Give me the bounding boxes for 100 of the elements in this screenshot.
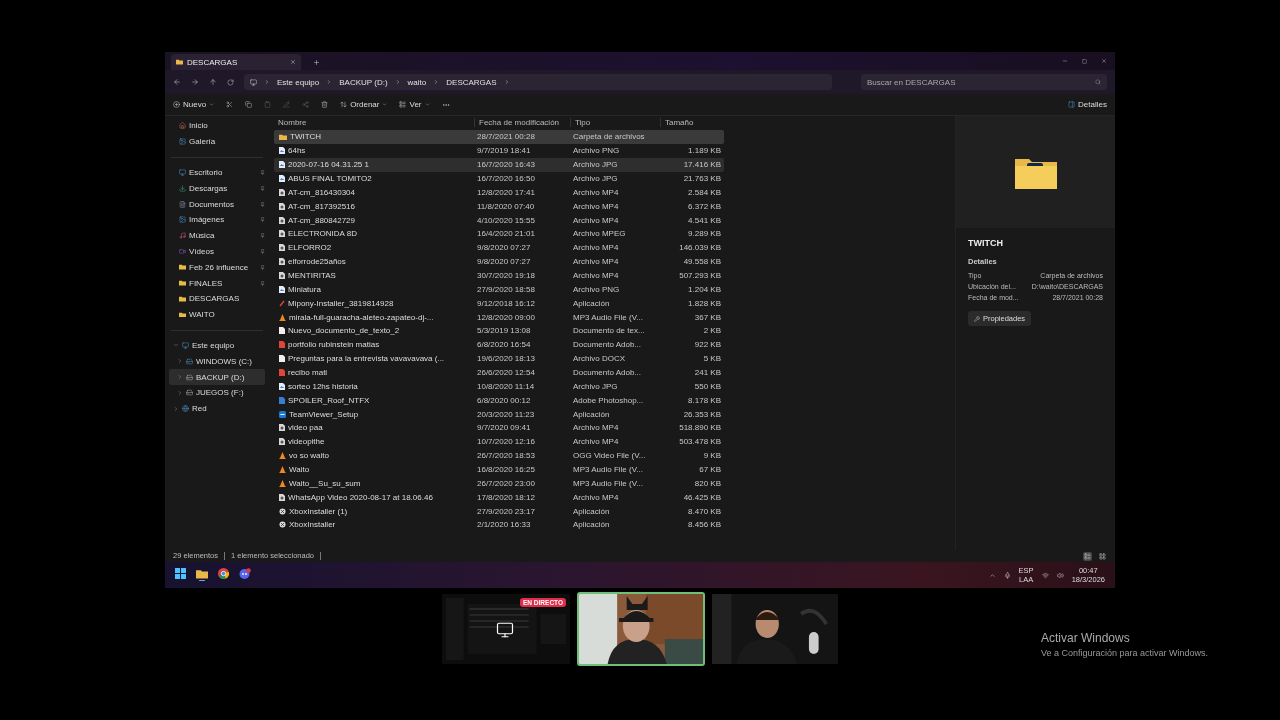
address-bar[interactable]: Este equipo BACKUP (D:) waito DESCARGAS: [244, 74, 832, 90]
file-row[interactable]: SPOILER_Roof_NTFX 6/8/2020 00:12 Adobe Photoshop... 8.178 KB: [274, 393, 724, 408]
file-row[interactable]: TWITCH 28/7/2021 00:28 Carpeta de archivos: [274, 130, 724, 144]
sidebar-item[interactable]: Inicio: [169, 118, 265, 134]
sidebar-item[interactable]: Escritorio: [169, 164, 265, 181]
pin-icon: [260, 264, 265, 270]
type-cell-text: Archivo PNG: [572, 284, 621, 294]
view-button[interactable]: Ver: [399, 100, 430, 109]
sidebar-item[interactable]: Galería: [169, 133, 265, 150]
file-row[interactable]: portfolio rubinstein matias 6/8/2020 16:54 Documento Adob... 922 KB: [274, 337, 724, 352]
file-row[interactable]: Nuevo_documento_de_texto_2 5/3/2019 13:08 Documento de tex... 2 KB: [274, 324, 724, 338]
pin-icon: [260, 170, 265, 175]
file-row[interactable]: videopithe 10/7/2020 12:16 Archivo MP4 503.478 KB: [274, 434, 724, 449]
file-row[interactable]: Preguntas para la entrevista vavavavava (... 19/6/2020 18:13 Archivo DOCX 5 KB: [274, 351, 724, 366]
file-row[interactable]: AT-cm_816430304 12/8/2020 17:41 Archivo MP4 2.584 KB: [274, 185, 724, 200]
sidebar-item[interactable]: Música: [169, 227, 265, 244]
file-row[interactable]: TeamViewer_Setup 20/3/2020 11:23 Aplicación 26.353 KB: [274, 407, 724, 422]
file-row[interactable]: mirala-full-guaracha-aleteo-zapateo-dj-... 12/8/2020 09:00 MP3 Audio File (V... 367 KB: [274, 310, 724, 325]
column-header[interactable]: Tamaño: [660, 118, 724, 127]
close-icon: [290, 59, 296, 65]
date-cell-text: 16/7/2020 16:43: [476, 160, 536, 170]
file-row[interactable]: ABUS FINAL TOMITO2 16/7/2020 16:50 Archivo JPG 21.763 KB: [274, 171, 724, 186]
tiles-view-button[interactable]: [1098, 551, 1107, 561]
file-row[interactable]: elforrode25años 9/8/2020 07:27 Archivo MP4 49.558 KB: [274, 254, 724, 269]
file-name: XboxInstaller (1): [289, 506, 348, 516]
sidebar-item[interactable]: Imágenes: [169, 212, 265, 228]
sidebar-item[interactable]: Feb 26 influence: [169, 259, 265, 276]
sidebar-item[interactable]: WAITO: [169, 306, 265, 323]
file-row[interactable]: ELFORRO2 9/8/2020 07:27 Archivo MP4 146.039 KB: [274, 240, 724, 255]
tree-item[interactable]: Este equipo: [169, 337, 265, 354]
breadcrumb-item[interactable]: waito: [407, 77, 427, 87]
video-file-icon: [279, 230, 285, 238]
search-field[interactable]: Buscar en DESCARGAS: [861, 74, 1107, 90]
file-row[interactable]: Mipony-Installer_3819814928 9/12/2018 16:12 Aplicación 1.828 KB: [274, 296, 724, 311]
file-row[interactable]: recibo mati 26/6/2020 12:54 Documento Adob... 241 KB: [274, 365, 724, 380]
file-row[interactable]: AT-cm_817392516 11/8/2020 07:40 Archivo MP4 6.372 KB: [274, 199, 724, 214]
date-cell-text: 9/8/2020 07:27: [476, 257, 532, 267]
column-header[interactable]: Fecha de modificación: [474, 118, 570, 127]
breadcrumb-item[interactable]: BACKUP (D:): [339, 77, 388, 87]
video-file-icon: [279, 244, 285, 252]
file-row[interactable]: WhatsApp Video 2020-08-17 at 18.06.46 17/8/2020 18:12 Archivo MP4 46.425 KB: [274, 490, 724, 505]
file-row[interactable]: Waito__Su_su_sum 26/7/2020 23:00 MP3 Audio File (V... 820 KB: [274, 476, 724, 491]
paste-icon: [264, 101, 272, 108]
drive-icon: [186, 373, 193, 381]
type-cell-text: Archivo JPG: [572, 174, 619, 183]
window-tab[interactable]: DESCARGAS: [171, 54, 301, 70]
breadcrumb-item[interactable]: Este equipo: [277, 77, 320, 87]
tree-item[interactable]: WINDOWS (C:): [169, 353, 265, 370]
caret-icon: [382, 102, 388, 107]
new-button[interactable]: Nuevo: [173, 100, 215, 109]
chat-app-icon[interactable]: [239, 568, 251, 580]
cut-icon: [226, 101, 234, 108]
cone-icon: [279, 466, 286, 474]
file-row[interactable]: 64hs 9/7/2019 18:41 Archivo PNG 1.189 KB: [274, 143, 724, 158]
sidebar-item[interactable]: Vídeos: [169, 243, 265, 260]
sidebar-item[interactable]: Documentos: [169, 196, 265, 212]
windows-start-icon[interactable]: [175, 568, 186, 580]
app-icon: [279, 299, 285, 307]
sidebar-item[interactable]: Descargas: [169, 180, 265, 197]
file-row[interactable]: ELECTRONIDA 8D 16/4/2020 21:01 Archivo MPEG 9.289 KB: [274, 227, 724, 241]
browser-icon[interactable]: [218, 568, 229, 580]
file-row[interactable]: AT-cm_880842729 4/10/2020 15:55 Archivo MP4 4.541 KB: [274, 213, 724, 227]
date-cell-text: 27/9/2020 23:17: [476, 506, 536, 516]
image-file-icon: [279, 175, 285, 182]
file-row[interactable]: vo so waito 26/7/2020 18:53 OGG Video File (V... 9 KB: [274, 448, 724, 463]
column-header[interactable]: Tipo: [570, 118, 660, 127]
size-cell-text: 8.470 KB: [687, 506, 722, 516]
size-cell-text: 2 KB: [702, 326, 722, 336]
date-cell-text: 16/4/2020 21:01: [476, 229, 536, 239]
file-row[interactable]: Waito 16/8/2020 16:25 MP3 Audio File (V... 67 KB: [274, 462, 724, 477]
file-name: SPOILER_Roof_NTFX: [288, 395, 370, 405]
breadcrumb-item[interactable]: DESCARGAS: [446, 77, 497, 87]
sidebar-item[interactable]: DESCARGAS: [169, 290, 265, 307]
file-row[interactable]: MENTIRITAS 30/7/2020 19:18 Archivo MP4 507.293 KB: [274, 268, 724, 283]
file-row[interactable]: XboxInstaller (1) 27/9/2020 23:17 Aplicación 8.470 KB: [274, 504, 724, 519]
tree-item[interactable]: Red: [169, 400, 265, 417]
type-cell-text: Aplicación: [572, 298, 611, 308]
file-row[interactable]: video paa 9/7/2020 09:41 Archivo MP4 518.890 KB: [274, 421, 724, 435]
tree-item[interactable]: JUEGOS (F:): [169, 384, 265, 401]
image-file-icon: [279, 147, 285, 155]
image-file-icon: [279, 285, 285, 293]
tree-item[interactable]: BACKUP (D:): [169, 369, 265, 385]
file-row[interactable]: Miniatura 27/9/2020 18:58 Archivo PNG 1.204 KB: [274, 282, 724, 297]
type-cell-text: Adobe Photoshop...: [572, 395, 645, 405]
date-cell-text: 2/1/2020 16:33: [476, 520, 532, 530]
size-cell-text: 550 KB: [693, 381, 722, 391]
sort-button[interactable]: Ordenar: [340, 100, 388, 109]
details-button[interactable]: Detalles: [1068, 100, 1107, 109]
date-cell-text: 4/10/2020 15:55: [476, 215, 536, 225]
file-row[interactable]: XboxInstaller 2/1/2020 16:33 Aplicación 8.456 KB: [274, 518, 724, 532]
column-header[interactable]: Nombre: [274, 118, 474, 127]
date-cell-text: 30/7/2020 19:18: [476, 271, 536, 280]
pin-icon: [260, 248, 265, 254]
cone-icon: [279, 479, 286, 487]
date-cell-text: 9/8/2020 07:27: [476, 243, 532, 253]
details-view-button[interactable]: [1083, 551, 1092, 561]
file-row[interactable]: 2020-07-16 04.31.25 1 16/7/2020 16:43 Archivo JPG 17.416 KB: [274, 157, 724, 172]
date-cell-text: 28/7/2021 00:28: [476, 132, 536, 142]
file-row[interactable]: sorteo 12hs historia 10/8/2020 11:14 Archivo JPG 550 KB: [274, 379, 724, 394]
sidebar-item[interactable]: FINALES: [169, 275, 265, 291]
